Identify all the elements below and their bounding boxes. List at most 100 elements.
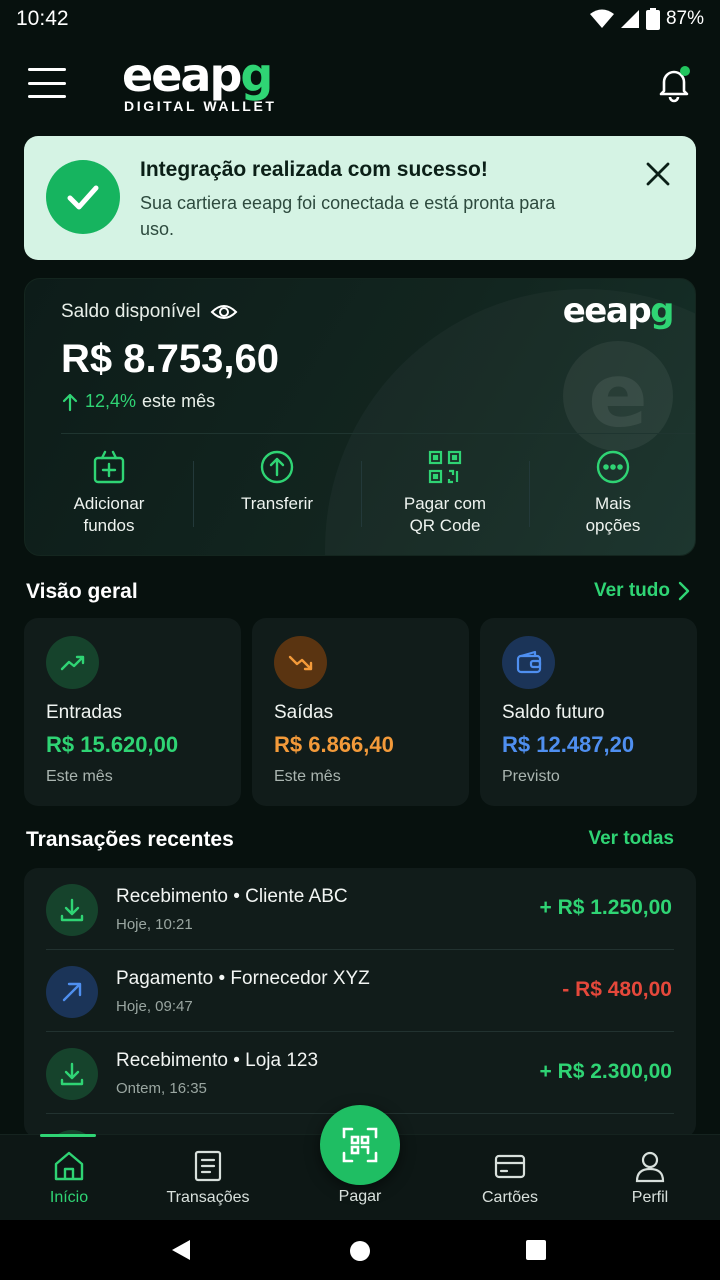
- action-label: Adicionar fundos: [73, 494, 145, 535]
- income-card[interactable]: Entradas R$ 15.620,00 Este mês: [24, 618, 241, 806]
- transaction-amount: - R$ 480,00: [562, 978, 672, 1001]
- action-label: Pagar com QR Code: [403, 494, 487, 535]
- wifi-icon: [589, 9, 614, 28]
- banner-title: Integração realizada com sucesso!: [140, 158, 488, 181]
- download-icon: [46, 884, 98, 936]
- nav-label: Início: [49, 1189, 89, 1206]
- home-icon: [54, 1151, 84, 1181]
- nav-label: Perfil: [631, 1189, 669, 1206]
- status-bar: 10:42 87%: [0, 0, 720, 38]
- close-icon[interactable]: [644, 160, 672, 188]
- transaction-amount: + R$ 1.250,00: [539, 896, 672, 919]
- see-all-link[interactable]: Ver tudo: [594, 580, 690, 602]
- see-all-transactions-link[interactable]: Ver todas: [588, 828, 674, 850]
- trend-down-icon: [274, 636, 327, 689]
- action-label: Transferir: [240, 494, 314, 513]
- balance-amount: R$ 8.753,60: [61, 337, 279, 381]
- overview-title: Visão geral: [26, 580, 138, 603]
- logo-subtitle: DIGITAL WALLET: [124, 98, 277, 114]
- more-options-button[interactable]: Mais opções: [529, 449, 695, 549]
- delta-percent: 12,4%: [85, 391, 137, 411]
- card-divider: [61, 433, 695, 434]
- see-all-label: Ver tudo: [593, 580, 670, 601]
- notifications-bell-icon[interactable]: [654, 64, 694, 104]
- transactions-title: Transações recentes: [26, 828, 234, 851]
- expenses-card[interactable]: Saídas R$ 6.866,40 Este mês: [252, 618, 469, 806]
- trend-up-icon: [46, 636, 99, 689]
- nav-home[interactable]: Início: [30, 1135, 108, 1221]
- notification-dot: [680, 66, 690, 76]
- balance-label-row: Saldo disponível: [61, 301, 238, 323]
- cell-signal-icon: [620, 10, 639, 28]
- app-header: eeapg DIGITAL WALLET: [0, 40, 720, 130]
- add-funds-button[interactable]: Adicionar fundos: [25, 449, 193, 549]
- transfer-icon: [260, 450, 294, 484]
- menu-line: [28, 95, 66, 98]
- more-icon: [596, 450, 630, 484]
- transaction-row[interactable]: Recebimento • Loja 123 Ontem, 16:35 + R$…: [24, 1032, 696, 1114]
- future-balance-card[interactable]: Saldo futuro R$ 12.487,20 Previsto: [480, 618, 697, 806]
- pay-qr-fab[interactable]: [320, 1105, 400, 1185]
- download-icon: [46, 1048, 98, 1100]
- income-period: Este mês: [46, 768, 113, 785]
- home-circle-icon[interactable]: [349, 1240, 371, 1262]
- battery-level: 87%: [665, 8, 704, 29]
- transaction-title: Pagamento • Fornecedor XYZ: [116, 968, 370, 989]
- eye-icon[interactable]: [210, 302, 238, 322]
- card-logo: eeapg: [562, 291, 675, 331]
- card-emblem: e: [563, 341, 673, 451]
- income-label: Entradas: [46, 702, 123, 723]
- transaction-amount: + R$ 2.300,00: [539, 1060, 672, 1083]
- credit-card-icon: [494, 1154, 526, 1179]
- future-balance-label: Saldo futuro: [502, 702, 605, 723]
- balance-label: Saldo disponível: [61, 301, 201, 322]
- balance-delta: 12,4% este mês: [61, 391, 215, 412]
- nav-profile[interactable]: Perfil: [612, 1135, 688, 1221]
- arrow-up-icon: [62, 393, 78, 411]
- expenses-period: Este mês: [274, 768, 341, 785]
- transaction-row[interactable]: Pagamento • Fornecedor XYZ Hoje, 09:47 -…: [24, 950, 696, 1032]
- qr-code-icon: [428, 450, 462, 484]
- nav-label: Transações: [166, 1189, 250, 1206]
- app-logo: eeapg DIGITAL WALLET: [122, 52, 277, 114]
- menu-button[interactable]: [28, 68, 66, 98]
- user-icon: [635, 1151, 665, 1183]
- success-banner: Integração realizada com sucesso! Sua ca…: [24, 136, 696, 260]
- wallet-icon: [502, 636, 555, 689]
- chevron-right-icon: [678, 581, 690, 601]
- add-funds-icon: [93, 450, 125, 484]
- nav-label: Cartões: [481, 1189, 539, 1206]
- future-balance-value: R$ 12.487,20: [502, 732, 635, 757]
- pay-qr-button[interactable]: Pagar com QR Code: [361, 449, 529, 549]
- expenses-label: Saídas: [274, 702, 334, 723]
- nav-cards[interactable]: Cartões: [460, 1135, 560, 1221]
- action-label: Mais opções: [585, 494, 641, 535]
- transaction-time: Hoje, 10:21: [116, 916, 193, 933]
- future-balance-sub: Previsto: [502, 768, 560, 785]
- banner-text: Sua cartiera eeapg foi conectada e está …: [140, 193, 556, 239]
- balance-card: eeapg e Saldo disponível R$ 8.753,60 12,…: [24, 278, 696, 556]
- quick-actions: Adicionar fundos Transferir Pagar com QR…: [25, 449, 695, 549]
- transaction-row[interactable]: Recebimento • Cliente ABC Hoje, 10:21 + …: [24, 868, 696, 950]
- transaction-time: Hoje, 09:47: [116, 998, 193, 1015]
- transfer-button[interactable]: Transferir: [193, 449, 361, 549]
- arrow-up-right-icon: [46, 966, 98, 1018]
- battery-icon: [645, 8, 660, 30]
- recents-icon[interactable]: [526, 1240, 546, 1260]
- expenses-value: R$ 6.866,40: [274, 732, 394, 757]
- delta-text: este mês: [142, 391, 216, 411]
- system-nav-bar: [0, 1220, 720, 1280]
- logo-wordmark: eeapg: [122, 48, 273, 102]
- nav-transactions[interactable]: Transações: [158, 1135, 258, 1221]
- transactions-list: Recebimento • Cliente ABC Hoje, 10:21 + …: [24, 868, 696, 1138]
- menu-line: [28, 68, 66, 71]
- status-icons: 87%: [589, 8, 704, 30]
- back-icon[interactable]: [170, 1238, 192, 1262]
- transaction-title: Recebimento • Loja 123: [116, 1050, 319, 1071]
- transaction-time: Ontem, 16:35: [116, 1080, 207, 1097]
- transaction-title: Recebimento • Cliente ABC: [116, 886, 348, 907]
- income-value: R$ 15.620,00: [46, 732, 179, 757]
- receipt-icon: [194, 1150, 222, 1182]
- menu-line: [28, 81, 66, 85]
- check-circle-icon: [46, 160, 120, 234]
